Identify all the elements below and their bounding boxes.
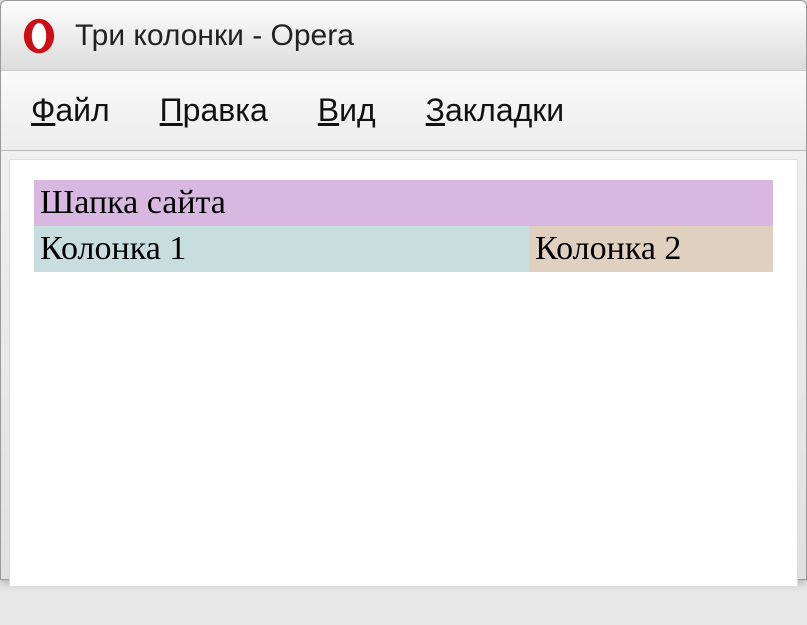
columns-row: Колонка 1 Колонка 2 — [34, 226, 773, 272]
menu-view[interactable]: Вид — [318, 92, 376, 129]
column-2: Колонка 2 — [529, 226, 773, 272]
menu-file[interactable]: Файл — [31, 92, 110, 129]
opera-icon — [21, 18, 57, 54]
page-content: Шапка сайта Колонка 1 Колонка 2 — [9, 159, 798, 587]
browser-window: Три колонки - Opera Файл Правка Вид Закл… — [0, 0, 807, 580]
window-title: Три колонки - Opera — [75, 19, 354, 53]
menu-edit[interactable]: Правка — [160, 92, 268, 129]
menubar: Файл Правка Вид Закладки — [1, 71, 806, 151]
titlebar[interactable]: Три колонки - Opera — [1, 1, 806, 71]
column-1: Колонка 1 — [34, 226, 529, 272]
menu-bookmarks[interactable]: Закладки — [426, 92, 565, 129]
site-header: Шапка сайта — [34, 180, 773, 226]
